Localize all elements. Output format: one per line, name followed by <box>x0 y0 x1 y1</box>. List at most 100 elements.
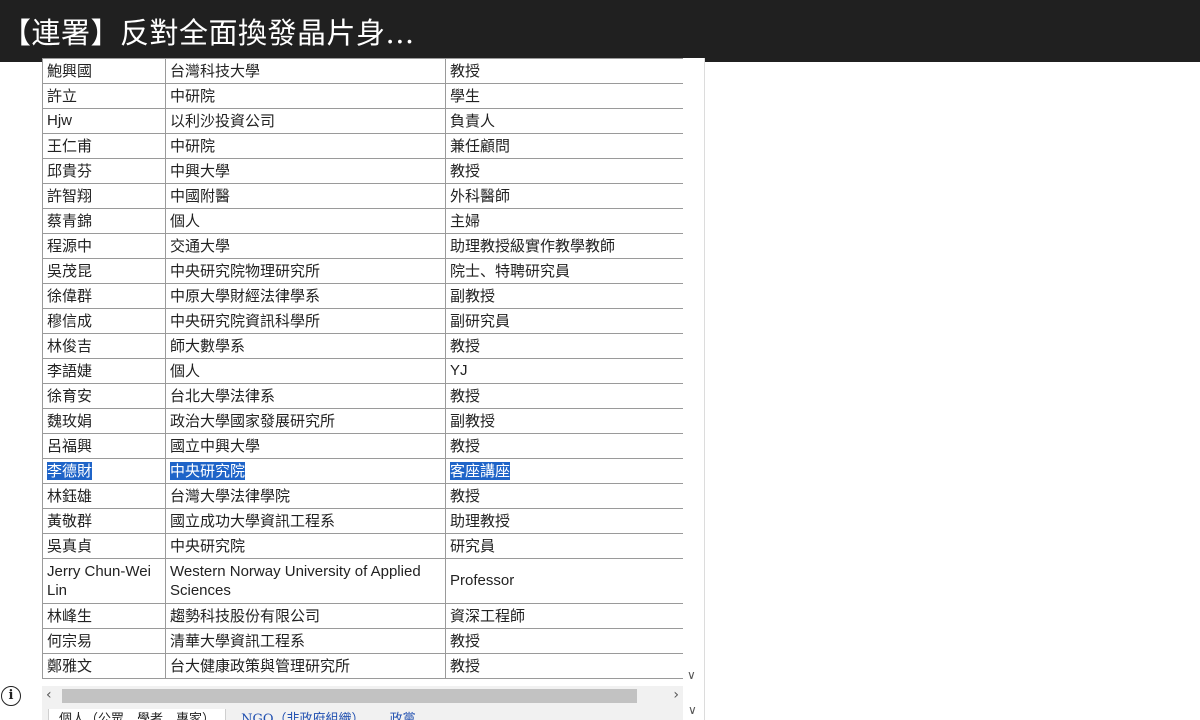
cell-title[interactable]: 資深工程師 <box>445 603 684 629</box>
cell-org[interactable]: 國立中興大學 <box>165 433 446 459</box>
cell-name[interactable]: Hjw <box>42 108 166 134</box>
cell-name[interactable]: 林鈺雄 <box>42 483 166 509</box>
cell-title[interactable]: 副教授 <box>445 408 684 434</box>
vertical-scrollbar[interactable]: ∨ <box>683 58 703 688</box>
cell-name[interactable]: 王仁甫 <box>42 133 166 159</box>
table-row[interactable]: 鮑興國 台灣科技大學 教授 <box>42 58 684 84</box>
cell-org[interactable]: 台灣科技大學 <box>165 58 446 84</box>
tab-ngo[interactable]: NGO（非政府組織） <box>231 709 374 720</box>
cell-name[interactable]: 何宗易 <box>42 628 166 654</box>
cell-name[interactable]: 魏玫娟 <box>42 408 166 434</box>
cell-org[interactable]: 中央研究院 <box>165 533 446 559</box>
cell-title[interactable]: 教授 <box>445 483 684 509</box>
cell-title[interactable]: 教授 <box>445 158 684 184</box>
cell-org[interactable]: 中央研究院物理研究所 <box>165 258 446 284</box>
cell-name[interactable]: 吳茂昆 <box>42 258 166 284</box>
cell-name[interactable]: 穆信成 <box>42 308 166 334</box>
cell-org[interactable]: 中央研究院 <box>165 458 446 484</box>
table-row[interactable]: Hjw 以利沙投資公司 負責人 <box>42 108 684 134</box>
cell-title[interactable]: 負責人 <box>445 108 684 134</box>
spreadsheet-viewport[interactable]: 鮑興國 台灣科技大學 教授 許立 中研院 學生 Hjw 以利沙投資公司 負責人 … <box>42 58 705 720</box>
tab-individuals[interactable]: 個人（公眾、學者、專家） <box>48 709 227 720</box>
cell-title[interactable]: 研究員 <box>445 533 684 559</box>
cell-title[interactable]: 學生 <box>445 83 684 109</box>
cell-title[interactable]: 副研究員 <box>445 308 684 334</box>
table-row[interactable]: 李語婕 個人 YJ <box>42 358 684 384</box>
cell-org[interactable]: 中研院 <box>165 83 446 109</box>
cell-org[interactable]: 個人 <box>165 358 446 384</box>
cell-name[interactable]: 林俊吉 <box>42 333 166 359</box>
cell-org[interactable]: 交通大學 <box>165 233 446 259</box>
table-row[interactable]: 鄭雅文 台大健康政策與管理研究所 教授 <box>42 653 684 679</box>
cell-name[interactable]: 黃敬群 <box>42 508 166 534</box>
cell-title[interactable]: 教授 <box>445 433 684 459</box>
cell-title[interactable]: 教授 <box>445 333 684 359</box>
cell-title[interactable]: 助理教授級實作教學教師 <box>445 233 684 259</box>
cell-org[interactable]: 台大健康政策與管理研究所 <box>165 653 446 679</box>
cell-org[interactable]: 趨勢科技股份有限公司 <box>165 603 446 629</box>
cell-org[interactable]: 台灣大學法律學院 <box>165 483 446 509</box>
cell-org[interactable]: 政治大學國家發展研究所 <box>165 408 446 434</box>
table-row[interactable]: 王仁甫 中研院 兼任顧問 <box>42 133 684 159</box>
chevron-right-icon[interactable]: › <box>673 687 679 703</box>
table-row[interactable]: 林鈺雄 台灣大學法律學院 教授 <box>42 483 684 509</box>
cell-title[interactable]: 副教授 <box>445 283 684 309</box>
table-row[interactable]: 徐育安 台北大學法律系 教授 <box>42 383 684 409</box>
cell-title[interactable]: 外科醫師 <box>445 183 684 209</box>
cell-title[interactable]: 客座講座 <box>445 458 684 484</box>
cell-name[interactable]: 林峰生 <box>42 603 166 629</box>
tab-political-parties[interactable]: 政黨 <box>380 709 426 720</box>
table-row[interactable]: 林俊吉 師大數學系 教授 <box>42 333 684 359</box>
cell-name[interactable]: 徐偉群 <box>42 283 166 309</box>
cell-org[interactable]: 國立成功大學資訊工程系 <box>165 508 446 534</box>
table-row[interactable]: 邱貴芬 中興大學 教授 <box>42 158 684 184</box>
cell-name[interactable]: 呂福興 <box>42 433 166 459</box>
cell-org[interactable]: 中央研究院資訊科學所 <box>165 308 446 334</box>
cell-title[interactable]: 教授 <box>445 383 684 409</box>
table-row[interactable]: 穆信成 中央研究院資訊科學所 副研究員 <box>42 308 684 334</box>
table-row[interactable]: 吳茂昆 中央研究院物理研究所 院士、特聘研究員 <box>42 258 684 284</box>
cell-name[interactable]: 許立 <box>42 83 166 109</box>
cell-name[interactable]: 李語婕 <box>42 358 166 384</box>
cell-org[interactable]: 台北大學法律系 <box>165 383 446 409</box>
chevron-down-icon[interactable]: ∨ <box>687 668 696 682</box>
cell-title[interactable]: YJ <box>445 358 684 384</box>
chevron-down-icon[interactable]: ∨ <box>688 703 697 717</box>
cell-title[interactable]: 教授 <box>445 653 684 679</box>
info-icon[interactable]: i <box>1 686 21 706</box>
cell-title[interactable]: 教授 <box>445 58 684 84</box>
cell-org[interactable]: 中原大學財經法律學系 <box>165 283 446 309</box>
cell-org[interactable]: 中研院 <box>165 133 446 159</box>
cell-name[interactable]: 程源中 <box>42 233 166 259</box>
cell-title[interactable]: 助理教授 <box>445 508 684 534</box>
horizontal-scrollbar[interactable]: ‹ › <box>42 686 683 706</box>
table-row-selected[interactable]: 李德財 中央研究院 客座講座 <box>42 458 684 484</box>
cell-name[interactable]: 徐育安 <box>42 383 166 409</box>
cell-name[interactable]: 李德財 <box>42 458 166 484</box>
cell-org[interactable]: Western Norway University of Applied Sci… <box>165 558 446 604</box>
cell-org[interactable]: 清華大學資訊工程系 <box>165 628 446 654</box>
table-row[interactable]: 許立 中研院 學生 <box>42 83 684 109</box>
table-row[interactable]: 林峰生 趨勢科技股份有限公司 資深工程師 <box>42 603 684 629</box>
table-row[interactable]: 黃敬群 國立成功大學資訊工程系 助理教授 <box>42 508 684 534</box>
cell-name[interactable]: 鮑興國 <box>42 58 166 84</box>
scrollbar-thumb[interactable] <box>62 689 637 703</box>
table-row[interactable]: 魏玫娟 政治大學國家發展研究所 副教授 <box>42 408 684 434</box>
cell-title[interactable]: 教授 <box>445 628 684 654</box>
table-row[interactable]: 徐偉群 中原大學財經法律學系 副教授 <box>42 283 684 309</box>
table-row[interactable]: 蔡青錦 個人 主婦 <box>42 208 684 234</box>
cell-name[interactable]: 蔡青錦 <box>42 208 166 234</box>
cell-title[interactable]: 兼任顧問 <box>445 133 684 159</box>
cell-name[interactable]: 吳真貞 <box>42 533 166 559</box>
cell-title[interactable]: Professor <box>445 558 684 604</box>
cell-org[interactable]: 個人 <box>165 208 446 234</box>
cell-org[interactable]: 中興大學 <box>165 158 446 184</box>
cell-name[interactable]: 邱貴芬 <box>42 158 166 184</box>
cell-name[interactable]: 許智翔 <box>42 183 166 209</box>
cell-org[interactable]: 師大數學系 <box>165 333 446 359</box>
table-row[interactable]: 程源中 交通大學 助理教授級實作教學教師 <box>42 233 684 259</box>
table-row[interactable]: 吳真貞 中央研究院 研究員 <box>42 533 684 559</box>
cell-org[interactable]: 以利沙投資公司 <box>165 108 446 134</box>
table-row[interactable]: 呂福興 國立中興大學 教授 <box>42 433 684 459</box>
cell-title[interactable]: 院士、特聘研究員 <box>445 258 684 284</box>
